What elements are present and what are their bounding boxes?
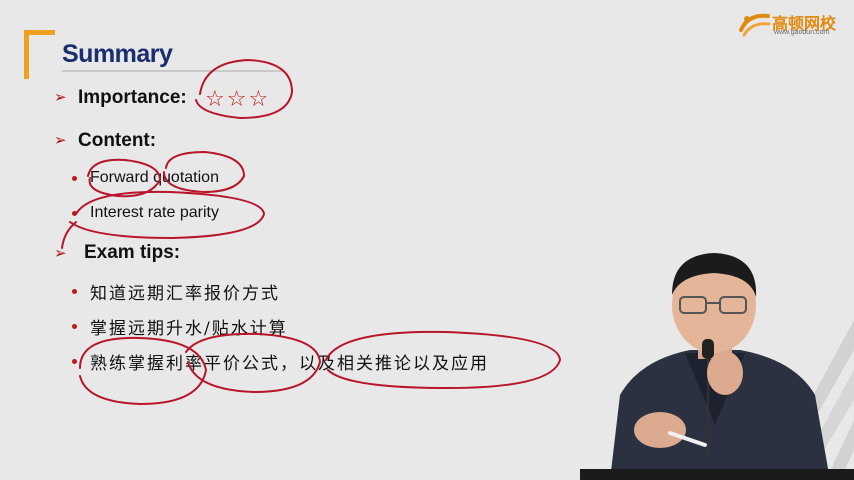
logo-url: www.gaodun.com xyxy=(774,29,830,36)
presenter-video xyxy=(580,253,854,480)
exam-tips-label: Exam tips: xyxy=(84,242,181,263)
arrow-bullet-icon: ➢ xyxy=(54,89,67,106)
exam-tip-item: 掌握远期升水/贴水计算 xyxy=(90,319,288,339)
arrow-bullet-icon: ➢ xyxy=(54,132,67,149)
slide-title: Summary xyxy=(62,40,173,68)
exam-tip-item: 知道远期汇率报价方式 xyxy=(90,284,280,304)
exam-tip-item: 熟练掌握利率平价公式，以及相关推论以及应用 xyxy=(90,354,489,374)
dot-bullet-icon xyxy=(72,176,77,181)
dot-bullet-icon xyxy=(72,289,77,294)
corner-bracket-decoration xyxy=(24,30,55,79)
star-icon: ☆☆☆ xyxy=(205,86,271,111)
dot-bullet-icon xyxy=(72,359,77,364)
gaodun-logo-icon xyxy=(739,13,771,37)
dot-bullet-icon xyxy=(72,324,77,329)
slide: Summary 高顿网校 www.gaodun.com ➢ Importance… xyxy=(0,0,854,480)
content-item: Forward quotation xyxy=(90,169,219,186)
content-item: Interest rate parity xyxy=(90,204,219,221)
importance-label: Importance: xyxy=(78,87,187,108)
title-underline xyxy=(62,70,284,72)
content-label: Content: xyxy=(78,130,157,151)
gaodun-logo: 高顿网校 www.gaodun.com xyxy=(738,8,850,40)
arrow-bullet-icon: ➢ xyxy=(54,245,67,262)
dot-bullet-icon xyxy=(72,211,77,216)
